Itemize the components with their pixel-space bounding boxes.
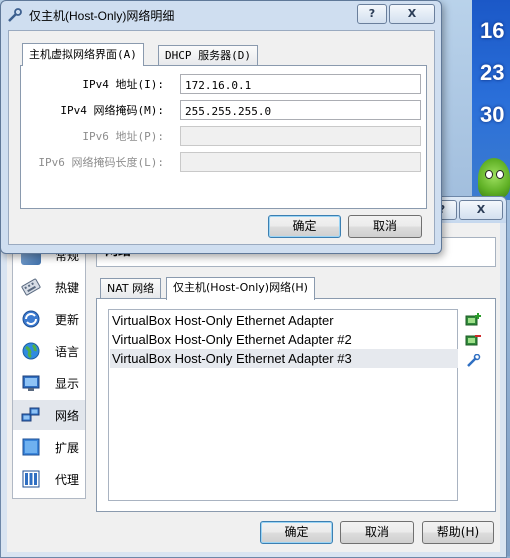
sidebar-item-label: 代理 bbox=[55, 473, 80, 487]
dialog-close-button[interactable]: X bbox=[389, 4, 435, 24]
add-adapter-icon[interactable] bbox=[465, 313, 481, 327]
remove-adapter-icon[interactable] bbox=[465, 333, 481, 347]
ipv4-address-input[interactable] bbox=[185, 76, 415, 95]
update-icon bbox=[22, 310, 40, 328]
ipv4-mask-field[interactable] bbox=[180, 100, 421, 121]
sidebar-item-hotkeys[interactable]: 热键 bbox=[13, 272, 85, 302]
extension-icon bbox=[22, 438, 40, 456]
host-only-network-details-dialog: 仅主机(Host-Only)网络明细 ? X 主机虚拟网络界面(A) DHCP … bbox=[0, 0, 442, 254]
dialog-help-button[interactable]: ? bbox=[357, 4, 387, 24]
ipv6-address-input bbox=[185, 128, 415, 147]
prefs-ok-button[interactable]: 确定 bbox=[260, 521, 333, 544]
ipv6-prefix-input bbox=[185, 154, 415, 173]
sidebar-item-label: 扩展 bbox=[55, 441, 80, 455]
ipv6-prefix-label: IPv6 网络掩码长度(L): bbox=[38, 156, 164, 169]
display-icon bbox=[22, 375, 40, 391]
prefs-close-button[interactable]: X bbox=[459, 200, 503, 220]
sidebar-item-proxy[interactable]: 代理 bbox=[13, 464, 85, 494]
preferences-sidebar: 常规 热键 更新 语言 显示 网络 扩展 代理 bbox=[12, 237, 86, 499]
wrench-icon bbox=[8, 8, 22, 22]
widget-number: 16 bbox=[480, 18, 505, 43]
host-only-network-panel: VirtualBox Host-Only Ethernet Adapter Vi… bbox=[96, 298, 496, 512]
keyboard-icon bbox=[21, 278, 41, 296]
list-item[interactable]: VirtualBox Host-Only Ethernet Adapter bbox=[110, 311, 458, 330]
dialog-cancel-button[interactable]: 取消 bbox=[348, 215, 422, 238]
sidebar-item-display[interactable]: 显示 bbox=[13, 368, 85, 398]
alien-mascot-icon bbox=[478, 158, 510, 198]
proxy-icon bbox=[22, 470, 40, 488]
sidebar-item-language[interactable]: 语言 bbox=[13, 336, 85, 366]
ipv6-address-field bbox=[180, 126, 421, 147]
dialog-client-area: 主机虚拟网络界面(A) DHCP 服务器(D) IPv4 地址(I): IPv4… bbox=[8, 30, 435, 245]
sidebar-item-label: 更新 bbox=[55, 313, 80, 327]
tab-nat-network[interactable]: NAT 网络 bbox=[100, 278, 162, 299]
sidebar-item-label: 热键 bbox=[55, 281, 80, 295]
network-icon bbox=[21, 407, 40, 422]
sidebar-item-update[interactable]: 更新 bbox=[13, 304, 85, 334]
sidebar-item-label: 语言 bbox=[55, 345, 80, 359]
ipv4-address-field[interactable] bbox=[180, 74, 421, 95]
sidebar-item-label: 显示 bbox=[55, 377, 80, 391]
ipv6-address-label: IPv6 地址(P): bbox=[82, 130, 164, 143]
host-interface-panel: IPv4 地址(I): IPv4 网络掩码(M): IPv6 地址(P): IP… bbox=[20, 65, 427, 209]
edit-adapter-icon[interactable] bbox=[465, 354, 481, 368]
tab-host-interface[interactable]: 主机虚拟网络界面(A) bbox=[22, 43, 144, 66]
widget-number: 30 bbox=[480, 102, 505, 127]
prefs-help-dialog-button[interactable]: 帮助(H) bbox=[422, 521, 494, 544]
ipv6-prefix-field bbox=[180, 152, 421, 173]
prefs-cancel-button[interactable]: 取消 bbox=[340, 521, 414, 544]
tab-dhcp-server[interactable]: DHCP 服务器(D) bbox=[158, 45, 258, 66]
list-item[interactable]: VirtualBox Host-Only Ethernet Adapter #3 bbox=[110, 349, 458, 368]
ipv4-mask-input[interactable] bbox=[185, 102, 415, 121]
dialog-ok-button[interactable]: 确定 bbox=[268, 215, 341, 238]
tab-host-only-network[interactable]: 仅主机(Host-Only)网络(H) bbox=[166, 277, 315, 300]
sidebar-item-label: 网络 bbox=[55, 409, 80, 423]
ipv4-address-label: IPv4 地址(I): bbox=[82, 78, 164, 91]
widget-number: 23 bbox=[480, 60, 505, 85]
globe-icon bbox=[22, 342, 40, 360]
adapter-list[interactable]: VirtualBox Host-Only Ethernet Adapter Vi… bbox=[108, 309, 458, 501]
list-item[interactable]: VirtualBox Host-Only Ethernet Adapter #2 bbox=[110, 330, 458, 349]
sidebar-item-network[interactable]: 网络 bbox=[13, 400, 85, 430]
ipv4-mask-label: IPv4 网络掩码(M): bbox=[60, 104, 164, 117]
dialog-title: 仅主机(Host-Only)网络明细 bbox=[29, 9, 175, 23]
sidebar-item-extensions[interactable]: 扩展 bbox=[13, 432, 85, 462]
